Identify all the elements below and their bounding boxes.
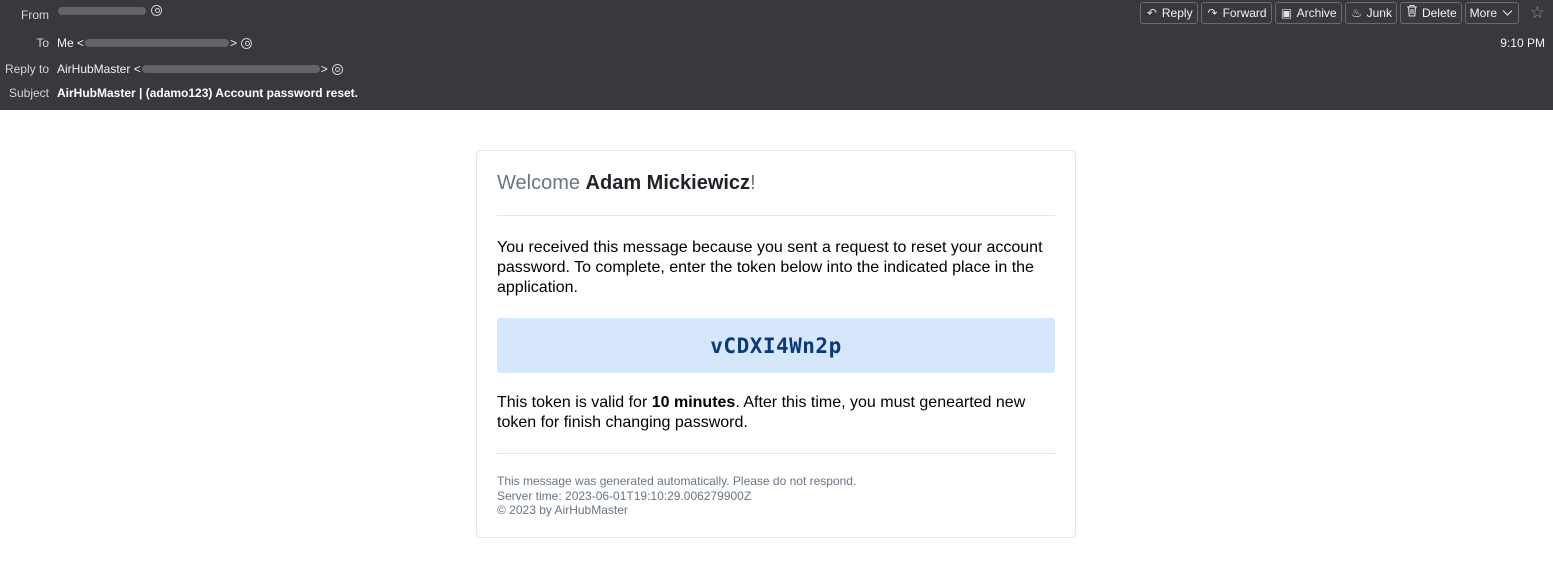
to-suffix: >	[230, 36, 238, 50]
reply-to-value[interactable]: AirHubMaster < >	[57, 59, 343, 79]
reset-token[interactable]: vCDXI4Wn2p	[497, 318, 1055, 373]
message-time: 9:10 PM	[1500, 36, 1545, 50]
contact-icon[interactable]	[151, 5, 162, 16]
welcome-name: Adam Mickiewicz	[585, 172, 751, 194]
welcome-prefix: Welcome	[497, 172, 586, 194]
subject-label: Subject	[8, 86, 49, 100]
intro-paragraph: You received this message because you se…	[497, 239, 1043, 296]
forward-button[interactable]: ↷ Forward	[1200, 2, 1272, 24]
to-label: To	[36, 36, 49, 50]
subject-value: AirHubMaster | (adamo123) Account passwo…	[57, 86, 358, 100]
validity-paragraph: This token is valid for 10 minutes. Afte…	[497, 393, 1055, 433]
archive-label: Archive	[1296, 6, 1337, 20]
redacted-sender-address	[58, 6, 146, 15]
junk-label: Junk	[1366, 6, 1392, 20]
divider	[497, 453, 1055, 454]
message-header: From To Me < > Reply to AirHubMaster < >…	[0, 0, 1553, 110]
junk-button[interactable]: ♨ Junk	[1344, 2, 1397, 24]
chevron-down-icon	[1500, 3, 1514, 23]
welcome-suffix: !	[750, 172, 756, 194]
more-label: More	[1469, 6, 1497, 20]
forward-label: Forward	[1222, 6, 1267, 20]
welcome-heading: Welcome Adam Mickiewicz!	[497, 171, 1055, 195]
star-icon[interactable]: ☆	[1530, 3, 1545, 23]
reply-label: Reply	[1161, 6, 1193, 20]
delete-label: Delete	[1421, 6, 1457, 20]
to-value[interactable]: Me < >	[57, 33, 253, 53]
footer-copyright: © 2023 by AirHubMaster	[497, 503, 628, 517]
junk-icon: ♨	[1351, 6, 1362, 20]
contact-icon[interactable]	[331, 63, 343, 75]
redacted-recipient-address	[85, 39, 230, 47]
email-footer: This message was generated automatically…	[497, 474, 1055, 518]
forward-icon: ↷	[1207, 6, 1218, 20]
reply-to-suffix: >	[320, 62, 328, 76]
chevron-down-icon-svg	[1502, 10, 1512, 16]
email-body-card: Welcome Adam Mickiewicz! You received th…	[476, 150, 1076, 538]
reply-to-name: AirHubMaster <	[57, 62, 141, 76]
contact-icon[interactable]	[241, 37, 253, 49]
to-name: Me <	[57, 36, 85, 50]
archive-icon: ▣	[1280, 6, 1293, 20]
validity-duration: 10 minutes	[651, 394, 736, 411]
archive-button[interactable]: ▣ Archive	[1274, 2, 1342, 24]
footer-auto-notice: This message was generated automatically…	[497, 474, 857, 488]
reply-button[interactable]: ↶ Reply	[1139, 2, 1198, 24]
from-label: From	[21, 8, 49, 22]
more-button[interactable]: More	[1464, 2, 1519, 24]
trash-icon	[1405, 3, 1419, 23]
footer-server-time: Server time: 2023-06-01T19:10:29.0062799…	[497, 488, 752, 503]
redacted-reply-to-address	[141, 65, 320, 73]
divider	[497, 215, 1055, 216]
delete-button[interactable]: Delete	[1399, 2, 1462, 24]
trash-icon-svg	[1406, 4, 1417, 17]
reply-to-label: Reply to	[4, 62, 49, 76]
message-toolbar: ↶ Reply ↷ Forward ▣ Archive ♨ Junk Delet…	[1139, 2, 1519, 24]
reply-icon: ↶	[1146, 6, 1157, 20]
from-value[interactable]	[57, 5, 162, 16]
validity-prefix: This token is valid for	[497, 394, 652, 411]
